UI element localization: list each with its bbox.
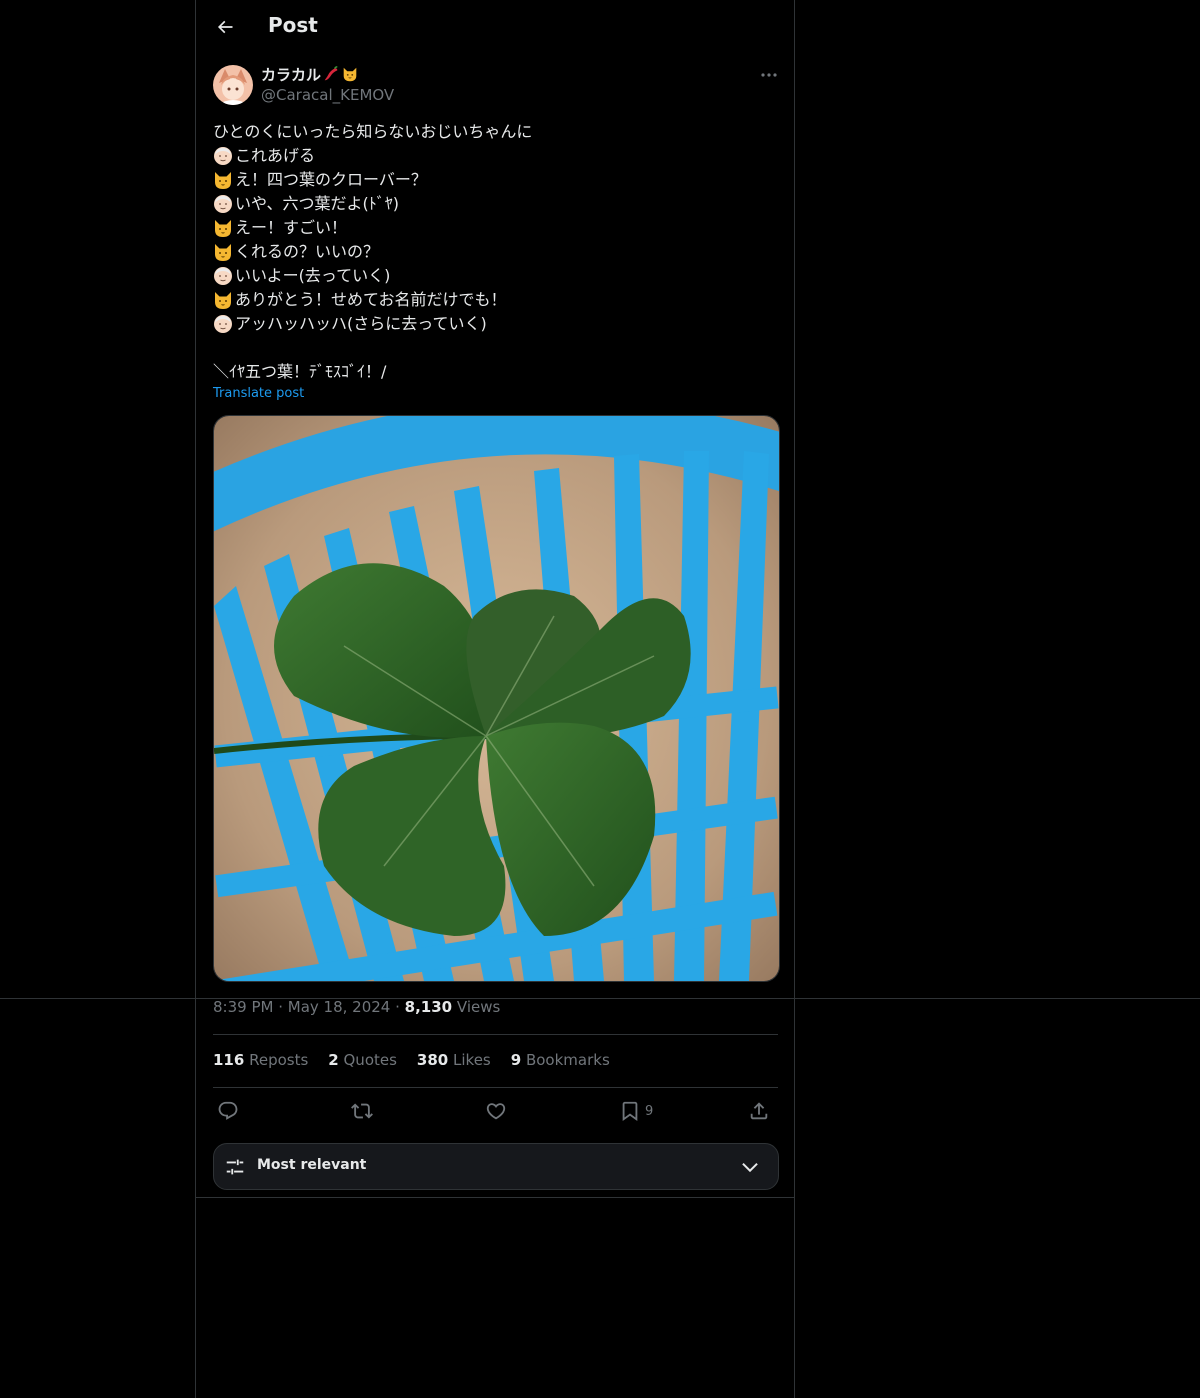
old-man-icon (213, 194, 235, 214)
post-date[interactable]: May 18, 2024 (288, 998, 391, 1016)
more-options-button[interactable] (754, 64, 784, 86)
old-man-icon (213, 266, 235, 286)
post-text-content: これあげる (235, 146, 316, 165)
post-text-content: ＼ｲﾔ五つ葉！ﾃﾞﾓｽｺﾞｲ！/ (213, 362, 387, 381)
likes-label: Likes (453, 1051, 491, 1069)
quotes-label: Quotes (343, 1051, 397, 1069)
old-man-icon (213, 146, 235, 166)
bookmark-icon (622, 1101, 638, 1122)
reposts-label: Reposts (249, 1051, 309, 1069)
reposts-count: 116 (213, 1051, 245, 1069)
cat-face-icon (213, 170, 235, 190)
post-text-content: いいよー(去っていく) (235, 266, 391, 285)
clover-photo (214, 416, 779, 981)
engagement-stats: 116 Reposts 2 Quotes 380 Likes 9 Bookmar… (213, 1051, 610, 1069)
post-text-line: ＼ｲﾔ五つ葉！ﾃﾞﾓｽｺﾞｲ！/ (213, 360, 773, 384)
cat-face-icon (213, 242, 235, 262)
post-text-line: えー！すごい！ (213, 216, 773, 240)
back-arrow-icon (217, 20, 233, 34)
old-man-icon (213, 314, 235, 334)
like-button[interactable] (485, 1096, 507, 1126)
post-text-line: ありがとう！せめてお名前だけでも！ (213, 288, 773, 312)
repost-button[interactable] (351, 1096, 373, 1126)
translate-post-link[interactable]: Translate post (213, 386, 304, 401)
post-column: Post カラカル @Caracal_KEMOV ひとのくにいったら知らないおじ… (195, 0, 795, 1398)
post-text-content: ひとのくにいったら知らないおじいちゃんに (213, 122, 533, 141)
post-text-line: くれるの？いいの？ (213, 240, 773, 264)
bookmark-count: 9 (645, 1103, 654, 1119)
bookmarks-count: 9 (510, 1051, 522, 1069)
views-label: Views (456, 998, 501, 1016)
section-divider (196, 1197, 794, 1198)
post-text-line: いや、六つ葉だよ(ﾄﾞﾔ) (213, 192, 773, 216)
post-text-content: え！四つ葉のクローバー？ (235, 170, 427, 189)
post-text-content: いや、六つ葉だよ(ﾄﾞﾔ) (235, 194, 400, 213)
post-text-line: え！四つ葉のクローバー？ (213, 168, 773, 192)
divider (213, 1087, 778, 1088)
post-text-content: えー！すごい！ (235, 218, 348, 237)
bookmarks-label: Bookmarks (525, 1051, 610, 1069)
post-text-line: アッハッハッハ(さらに去っていく) (213, 312, 773, 336)
cat-face-icon (213, 218, 235, 238)
sort-label: Most relevant (257, 1157, 367, 1173)
views-count: 8,130 (404, 998, 453, 1016)
share-icon (750, 1102, 768, 1120)
post-text-line: いいよー(去っていく) (213, 264, 773, 288)
post-timestamp: 8:39 PM · May 18, 2024 · 8,130 Views (213, 998, 501, 1016)
more-dots-icon (761, 73, 777, 77)
divider (213, 1034, 778, 1035)
author-handle[interactable]: @Caracal_KEMOV (261, 86, 394, 104)
chevron-down-icon (742, 1162, 758, 1173)
share-button[interactable] (748, 1096, 770, 1126)
cat-face-icon (343, 67, 357, 82)
likes-stat[interactable]: 380 Likes (417, 1051, 491, 1069)
post-text-line (213, 336, 773, 360)
post-text-content: くれるの？いいの？ (235, 242, 380, 261)
author-display-name[interactable]: カラカル (261, 64, 359, 85)
bookmarks-stat[interactable]: 9 Bookmarks (511, 1051, 610, 1069)
post-text-line: ひとのくにいったら知らないおじいちゃんに (213, 120, 773, 144)
page-header: Post (196, 0, 794, 54)
likes-count: 380 (416, 1051, 449, 1069)
action-bar: 9 (213, 1096, 778, 1126)
back-button[interactable] (210, 12, 240, 42)
sliders-icon (226, 1159, 244, 1175)
bookmark-button[interactable]: 9 (619, 1096, 653, 1126)
avatar[interactable] (213, 65, 253, 105)
quotes-count: 2 (328, 1051, 339, 1069)
reply-button[interactable] (217, 1096, 239, 1126)
avatar-image (213, 65, 253, 105)
chili-pepper-icon (324, 66, 338, 81)
post-time[interactable]: 8:39 PM (213, 998, 273, 1016)
heart-icon (486, 1103, 506, 1120)
page-title: Post (268, 13, 318, 37)
reposts-stat[interactable]: 116 Reposts (213, 1051, 308, 1069)
quotes-stat[interactable]: 2 Quotes (328, 1051, 397, 1069)
cat-face-icon (213, 290, 235, 310)
post-text-line: これあげる (213, 144, 773, 168)
post-image[interactable] (213, 415, 780, 982)
reply-sort-dropdown[interactable]: Most relevant (213, 1143, 779, 1190)
repost-icon (351, 1103, 373, 1119)
post-text-content: アッハッハッハ(さらに去っていく) (235, 314, 487, 333)
author-name-text: カラカル (261, 66, 322, 84)
post-text: ひとのくにいったら知らないおじいちゃんにこれあげるえ！四つ葉のクローバー？ いや、… (213, 120, 773, 384)
post-text-content: ありがとう！せめてお名前だけでも！ (235, 290, 507, 309)
reply-icon (218, 1101, 238, 1120)
